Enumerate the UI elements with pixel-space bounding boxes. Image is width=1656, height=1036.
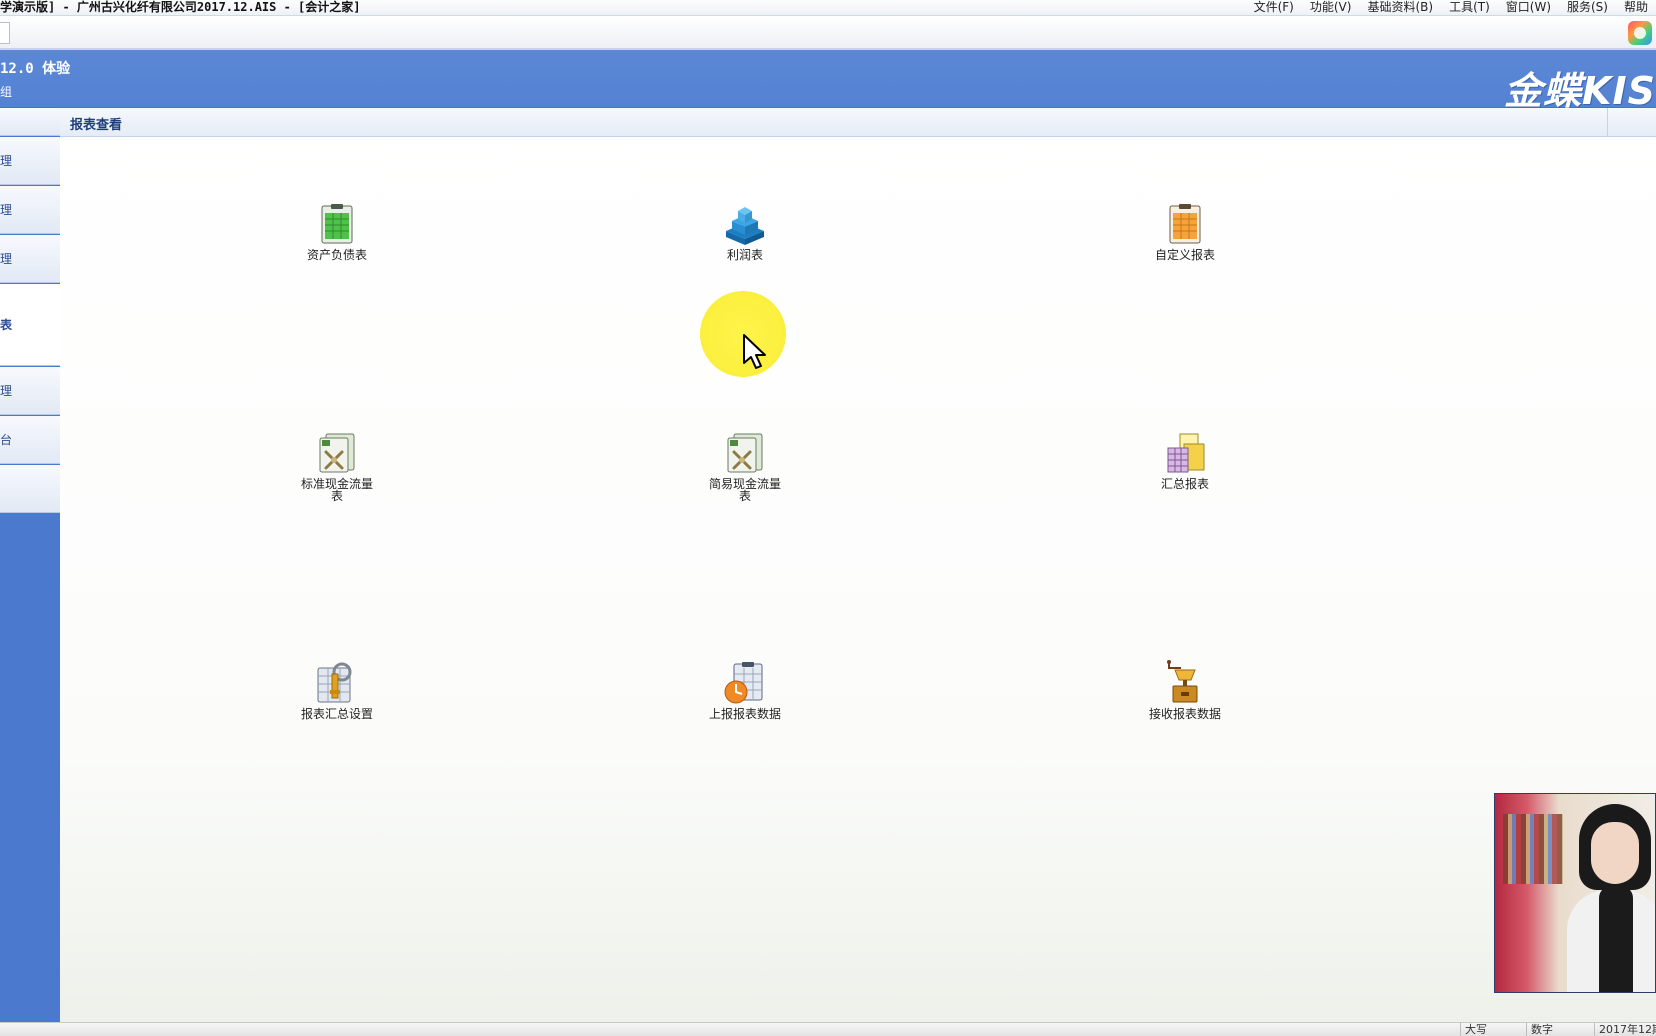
- product-banner: 12.0 体验 组 金蝶KIS: [0, 50, 1656, 113]
- tile-report-summary-settings[interactable]: 报表汇总设置: [282, 660, 392, 720]
- balance-sheet-icon: [321, 204, 353, 244]
- product-subtitle: 组: [0, 85, 13, 99]
- sidebar: 理 理 理 表 理 台: [0, 108, 60, 1026]
- brand-logo: 金蝶KIS: [1504, 69, 1656, 113]
- tile-label: 汇总报表: [1160, 477, 1209, 491]
- tile-upload-report-data[interactable]: 上报报表数据: [690, 660, 800, 720]
- presenter-face: [1591, 822, 1639, 884]
- sidebar-item-7[interactable]: [0, 465, 60, 513]
- tile-label: 接收报表数据: [1148, 707, 1221, 721]
- profit-statement-icon: [726, 207, 764, 245]
- breadcrumb-divider: [1607, 108, 1608, 136]
- status-caps: 大写: [1460, 1023, 1525, 1036]
- tile-label: 上报报表数据: [708, 707, 781, 721]
- upload-report-data-icon: [724, 662, 763, 704]
- tile-label: 简易现金流量表: [708, 477, 781, 503]
- tile-balance-sheet[interactable]: 资产负债表: [282, 203, 392, 261]
- report-summary-settings-icon: [317, 662, 352, 703]
- sidebar-item-reports[interactable]: 表: [0, 284, 60, 366]
- tile-profit-statement[interactable]: 利润表: [690, 203, 800, 261]
- menu-function[interactable]: 功能(V): [1310, 0, 1352, 15]
- title-bar: 学演示版] - 广州古兴化纤有限公司2017.12.AIS - [会计之家] 文…: [0, 0, 1656, 16]
- mouse-pointer-icon: [743, 334, 766, 369]
- simple-cashflow-icon: [727, 433, 763, 473]
- status-period: 2017年12期: [1594, 1023, 1656, 1036]
- sidebar-item-3[interactable]: 理: [0, 235, 60, 283]
- sidebar-item-5[interactable]: 理: [0, 367, 60, 415]
- menu-service[interactable]: 服务(S): [1567, 0, 1608, 15]
- menu-help[interactable]: 帮助: [1624, 0, 1648, 15]
- sidebar-item-0[interactable]: [0, 108, 60, 136]
- tile-receive-report-data[interactable]: 接收报表数据: [1130, 660, 1240, 720]
- standard-cashflow-icon: [319, 433, 355, 473]
- summary-report-icon: [1167, 433, 1205, 473]
- tile-label: 报表汇总设置: [300, 707, 373, 721]
- menu-file[interactable]: 文件(F): [1254, 0, 1294, 15]
- product-version: 12.0 体验: [0, 61, 71, 77]
- status-bar: 大写 数字 2017年12期: [0, 1022, 1656, 1036]
- menu-tools[interactable]: 工具(T): [1449, 0, 1490, 15]
- toolbar-button-stub[interactable]: [0, 22, 10, 44]
- main-content: 报表查看 资产负债表 利润表 自定义报表 标准现金流量表 简易现金流量表 汇总报…: [60, 108, 1656, 1026]
- tile-label: 标准现金流量表: [300, 477, 373, 503]
- receive-report-data-icon: [1167, 660, 1198, 703]
- tile-summary-report[interactable]: 汇总报表: [1130, 432, 1240, 490]
- toolbar: [0, 16, 1656, 50]
- sidebar-item-6[interactable]: 台: [0, 416, 60, 464]
- menu-window[interactable]: 窗口(W): [1506, 0, 1551, 15]
- bookshelf: [1503, 814, 1563, 884]
- tile-standard-cashflow[interactable]: 标准现金流量表: [282, 432, 392, 502]
- tile-label: 自定义报表: [1154, 248, 1215, 262]
- sidebar-item-2[interactable]: 理: [0, 186, 60, 234]
- tile-label: 资产负债表: [306, 248, 367, 262]
- sidebar-item-1[interactable]: 理: [0, 137, 60, 185]
- app-launcher-icon[interactable]: [1628, 21, 1652, 45]
- tile-label: 利润表: [726, 248, 763, 262]
- window-title: 学演示版] - 广州古兴化纤有限公司2017.12.AIS - [会计之家]: [0, 0, 361, 14]
- breadcrumb: 报表查看: [60, 108, 1656, 137]
- breadcrumb-label: 报表查看: [70, 118, 123, 133]
- menu-bar: 文件(F) 功能(V) 基础资料(B) 工具(T) 窗口(W) 服务(S) 帮助: [1246, 0, 1656, 15]
- status-num: 数字: [1526, 1023, 1593, 1036]
- tile-custom-report[interactable]: 自定义报表: [1130, 203, 1240, 261]
- menu-basic-data[interactable]: 基础资料(B): [1367, 0, 1433, 15]
- custom-report-icon: [1169, 204, 1201, 244]
- tile-simple-cashflow[interactable]: 简易现金流量表: [690, 432, 800, 502]
- presenter-top: [1599, 886, 1633, 992]
- webcam-overlay: [1494, 793, 1656, 993]
